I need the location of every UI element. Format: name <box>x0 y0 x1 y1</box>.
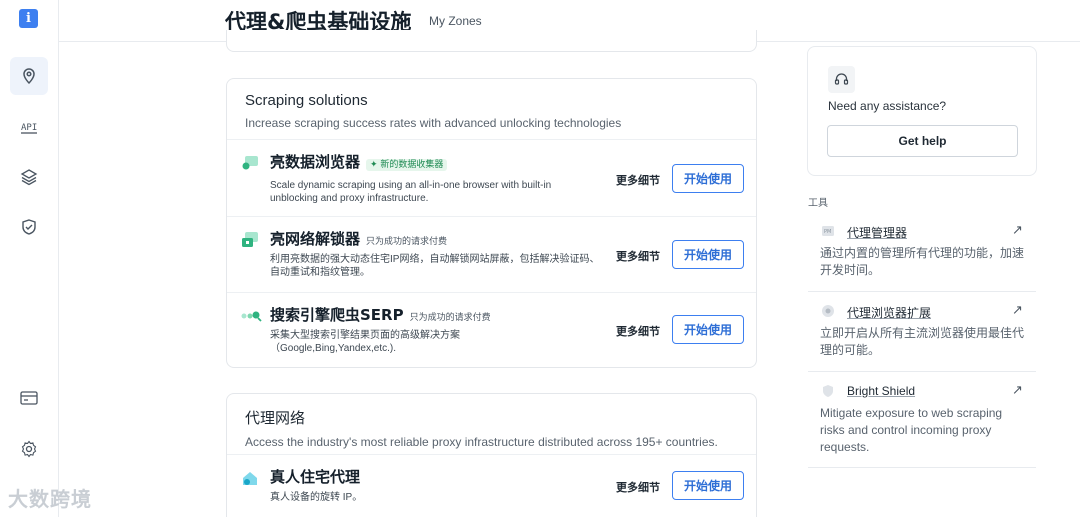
left-rail: i API <box>0 0 59 517</box>
watermark: 大数跨境 <box>8 489 92 511</box>
external-link-arrow-icon[interactable]: ↗ <box>1012 302 1023 318</box>
tools-section-label: 工具 <box>808 198 828 209</box>
product-name: 亮数据浏览器 ✦ 新的数据收集器 <box>270 151 448 172</box>
settings-gear-icon[interactable] <box>10 430 48 468</box>
shield-tool-icon <box>821 384 835 398</box>
headset-icon <box>828 66 855 93</box>
help-card: Need any assistance? Get help <box>807 46 1037 176</box>
proxy-manager-icon: PM <box>821 224 835 238</box>
get-started-button[interactable]: 开始使用 <box>672 164 744 193</box>
product-description: 采集大型搜索引擎结果页面的高级解决方案（Google,Bing,Yandex,e… <box>270 330 460 354</box>
product-name: 亮网络解锁器 只为成功的请求付费 <box>270 230 448 248</box>
product-description: 真人设备的旋转 IP。 <box>270 492 363 503</box>
billing-card-icon[interactable] <box>10 379 48 417</box>
card-title: Scraping solutions <box>245 92 368 109</box>
more-details-link[interactable]: 更多细节 <box>616 248 660 264</box>
more-details-link[interactable]: 更多细节 <box>616 323 660 339</box>
tool-description: 通过内置的管理所有代理的功能，加速开发时间。 <box>820 246 1025 277</box>
tool-item-bright-shield[interactable]: Bright Shield ↗ Mitigate exposure to web… <box>808 372 1036 468</box>
tool-item-proxy-manager[interactable]: PM 代理管理器 ↗ 通过内置的管理所有代理的功能，加速开发时间。 <box>808 212 1036 292</box>
get-started-button[interactable]: 开始使用 <box>672 315 744 344</box>
card-header: 代理网络 Access the industry's most reliable… <box>227 394 756 455</box>
card-subtitle: Access the industry's most reliable prox… <box>245 435 718 449</box>
product-name: 真人住宅代理 <box>270 468 361 486</box>
tool-name[interactable]: 代理管理器 <box>847 224 907 241</box>
card-header: Scraping solutions Increase scraping suc… <box>227 79 756 140</box>
svg-text:PM: PM <box>824 229 831 235</box>
product-row: 亮数据浏览器 ✦ 新的数据收集器 Scale dynamic scraping u… <box>227 140 756 217</box>
api-icon[interactable]: API <box>10 108 48 146</box>
product-name: 搜索引擎爬虫SERP 只为成功的请求付费 <box>270 306 491 324</box>
browser-extension-icon <box>821 304 835 318</box>
tool-description: Mitigate exposure to web scraping risks … <box>820 406 1003 454</box>
pay-per-success-tag: 只为成功的请求付费 <box>366 237 448 247</box>
unlocker-product-icon <box>241 231 259 249</box>
get-started-button[interactable]: 开始使用 <box>672 240 744 269</box>
previous-card <box>226 30 757 52</box>
get-help-button[interactable]: Get help <box>827 125 1018 157</box>
proxy-network-card: 代理网络 Access the industry's most reliable… <box>226 393 757 517</box>
card-subtitle: Increase scraping success rates with adv… <box>245 116 622 130</box>
new-collector-badge: ✦ 新的数据收集器 <box>366 159 448 171</box>
get-started-button[interactable]: 开始使用 <box>672 471 744 500</box>
product-row: 搜索引擎爬虫SERP 只为成功的请求付费 采集大型搜索引擎结果页面的高级解决方案（… <box>227 293 756 368</box>
product-description: 利用亮数据的强大动态住宅IP网络，自动解锁网站屏蔽，包括解决验证码、自动重试和指… <box>270 254 600 278</box>
layers-icon[interactable] <box>10 158 48 196</box>
more-details-link[interactable]: 更多细节 <box>616 172 660 188</box>
product-row: 亮网络解锁器 只为成功的请求付费 利用亮数据的强大动态住宅IP网络，自动解锁网站屏… <box>227 217 756 293</box>
residential-proxy-icon <box>241 469 259 487</box>
card-title: 代理网络 <box>245 410 306 427</box>
svg-text:API: API <box>21 123 37 133</box>
info-logo-icon[interactable]: i <box>19 9 38 28</box>
external-link-arrow-icon[interactable]: ↗ <box>1012 382 1023 398</box>
external-link-arrow-icon[interactable]: ↗ <box>1012 222 1023 238</box>
tool-item-proxy-extension[interactable]: 代理浏览器扩展 ↗ 立即开启从所有主流浏览器使用最佳代理的可能。 <box>808 292 1036 372</box>
breadcrumb-my-zones[interactable]: My Zones <box>429 14 482 28</box>
product-row: 真人住宅代理 真人设备的旋转 IP。 更多细节 开始使用 <box>227 455 756 517</box>
tool-description: 立即开启从所有主流浏览器使用最佳代理的可能。 <box>820 326 1025 357</box>
browser-product-icon <box>241 154 259 172</box>
tool-name[interactable]: 代理浏览器扩展 <box>847 304 931 321</box>
tool-name[interactable]: Bright Shield <box>847 384 915 398</box>
shield-icon[interactable] <box>10 208 48 246</box>
serp-product-icon <box>241 309 263 327</box>
help-question: Need any assistance? <box>828 99 947 113</box>
location-pin-icon[interactable] <box>10 57 48 95</box>
pay-per-success-tag: 只为成功的请求付费 <box>409 313 491 323</box>
scraping-solutions-card: Scraping solutions Increase scraping suc… <box>226 78 757 368</box>
more-details-link[interactable]: 更多细节 <box>616 479 660 495</box>
product-description: Scale dynamic scraping using an all-in-o… <box>270 180 552 204</box>
